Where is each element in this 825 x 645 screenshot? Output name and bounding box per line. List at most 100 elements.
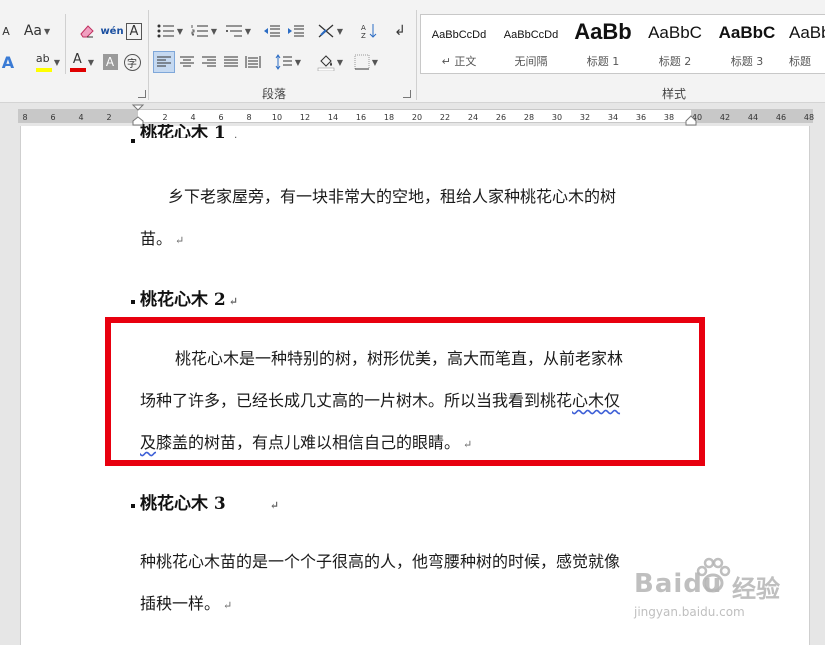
style-heading-3[interactable]: AaBbC 标题 3 [711, 15, 783, 73]
clear-formatting-button[interactable] [76, 20, 98, 42]
style-heading-1[interactable]: AaBb 标题 1 [567, 15, 639, 73]
style-no-spacing[interactable]: AaBbCcDd 无间隔 [495, 15, 567, 73]
text-effects-icon: A [1, 52, 15, 72]
para1-line1: 乡下老家屋旁，有一块非常大的空地，租给人家种桃花心木的树 [168, 187, 617, 206]
highlight-color-bar [35, 68, 52, 72]
chevron-down-icon: ▼ [53, 57, 61, 67]
para1-line2-text: 苗。 [140, 229, 173, 248]
style-sample: AaBbCcDd [431, 29, 487, 41]
text-highlight-button[interactable]: ab ▼ [30, 51, 66, 73]
first-line-indent-marker[interactable] [131, 104, 145, 126]
paragraph-mark: ↵ [229, 134, 238, 138]
ruler-tick-label: 36 [635, 113, 647, 122]
enclose-characters-button[interactable]: 字 [122, 51, 142, 73]
character-border-icon: A [126, 22, 142, 40]
ruler-tick-label: 26 [495, 113, 507, 122]
font-size-icon: A [2, 24, 10, 38]
paragraph-mark: ↵ [228, 295, 238, 308]
chevron-down-icon: ▼ [336, 57, 344, 67]
sort-az-icon: AZ [361, 24, 377, 40]
ruler-tick-label: 48 [803, 113, 815, 122]
enclose-characters-icon: 字 [123, 53, 141, 71]
heading-2: 桃花心木 2 ↵ [140, 285, 238, 310]
ruler-tick-label: 34 [607, 113, 619, 122]
style-normal[interactable]: AaBbCcDd ↵ 正文 [423, 15, 495, 73]
ruler-tick-label: 44 [747, 113, 759, 122]
character-border-button[interactable]: A [124, 20, 144, 42]
font-color-letter: A [72, 52, 82, 67]
borders-button[interactable]: ▼ [350, 51, 382, 73]
line-spacing-icon [275, 54, 292, 70]
style-name: 标题 1 [586, 55, 620, 68]
style-sample: AaBbC [648, 23, 702, 42]
bullets-button[interactable]: ▼ [154, 20, 186, 42]
font-color-icon: A [69, 52, 86, 72]
phonetic-guide-button[interactable]: wén [100, 20, 123, 42]
paragraph-dialog-launcher[interactable] [403, 90, 411, 98]
divider [148, 10, 149, 100]
borders-icon [354, 54, 370, 70]
increase-indent-icon [288, 25, 304, 37]
baidu-jingyan-watermark: Baidu 经验 jingyan.baidu.com [632, 555, 822, 625]
watermark-brand: Baidu [634, 569, 722, 599]
numbering-button[interactable]: ▼ [188, 20, 220, 42]
ruler-tick-label: 12 [299, 113, 311, 122]
font-color-bar [69, 68, 86, 72]
decrease-indent-icon [264, 25, 280, 37]
show-marks-button[interactable]: ↲ [390, 20, 410, 42]
font-size-decrease-button[interactable]: A [0, 20, 12, 42]
ruler-tick-label: 4 [78, 113, 84, 122]
para3-line1: 种桃花心木苗的是一个个子很高的人，他弯腰种树的时候，感觉就像 [140, 552, 621, 571]
ruler-tick-label: 18 [383, 113, 395, 122]
ruler-tick-label: 4 [190, 113, 196, 122]
sort-button[interactable]: AZ [358, 20, 380, 42]
horizontal-ruler[interactable]: 8 6 4 2 2 4 6 8 10 12 14 16 18 20 22 24 26 28 30 32 34 36 38 40… [0, 104, 825, 126]
align-left-icon [157, 56, 171, 67]
increase-indent-button[interactable] [286, 20, 306, 42]
align-center-button[interactable] [176, 51, 198, 73]
shading-button[interactable]: ▼ [314, 51, 346, 73]
justify-button[interactable] [220, 51, 242, 73]
ruler-tick-label: 20 [411, 113, 423, 122]
chinese-layout-button[interactable]: ▼ [314, 20, 346, 42]
styles-gallery: AaBbCcDd ↵ 正文 AaBbCcDd 无间隔 AaBb 标题 1 AaB… [420, 14, 825, 74]
paragraph-mark: ↵ [175, 234, 185, 247]
ruler-tick-label: 6 [218, 113, 224, 122]
svg-text:A: A [361, 24, 366, 32]
align-right-icon [202, 56, 216, 67]
ruler-tick-label: 2 [106, 113, 112, 122]
chevron-down-icon: ▼ [294, 57, 302, 67]
distributed-button[interactable] [242, 51, 264, 73]
ruler-tick-label: 24 [467, 113, 479, 122]
chevron-down-icon: ▼ [44, 26, 51, 36]
para1-line2: 苗。 ↵ [140, 225, 184, 249]
style-name: 标题 2 [658, 55, 692, 68]
decrease-indent-button[interactable] [262, 20, 282, 42]
ruler-tick-label: 8 [246, 113, 252, 122]
line-spacing-button[interactable]: ▼ [272, 51, 304, 73]
align-left-button[interactable] [153, 51, 175, 73]
chevron-down-icon: ▼ [87, 57, 95, 67]
ruler-tick-label: 14 [327, 113, 339, 122]
para3-line2: 插秧一样。 ↵ [140, 590, 232, 614]
right-indent-marker[interactable] [684, 114, 698, 126]
distributed-icon [245, 56, 261, 68]
numbered-list-icon [191, 25, 208, 37]
character-shading-button[interactable]: A [101, 51, 119, 73]
change-case-button[interactable]: Aa ▼ [16, 20, 58, 42]
ruler-tick-label: 46 [775, 113, 787, 122]
text-effects-button[interactable]: A [0, 51, 16, 73]
ruler-tick-label: 10 [271, 113, 283, 122]
heading-1-text: 桃花心木 1 [140, 124, 226, 138]
multilevel-list-button[interactable]: ▼ [222, 20, 254, 42]
ruler-tick-label: 30 [551, 113, 563, 122]
ruler-tick-label: 2 [162, 113, 168, 122]
ruler-tick-label: 6 [50, 113, 56, 122]
divider [416, 10, 417, 100]
font-dialog-launcher[interactable] [138, 90, 146, 98]
font-color-button[interactable]: A ▼ [66, 51, 98, 73]
style-title[interactable]: AaBb 标题 [783, 15, 825, 73]
align-right-button[interactable] [198, 51, 220, 73]
style-heading-2[interactable]: AaBbC 标题 2 [639, 15, 711, 73]
heading-2-text: 桃花心木 2 [140, 290, 226, 310]
